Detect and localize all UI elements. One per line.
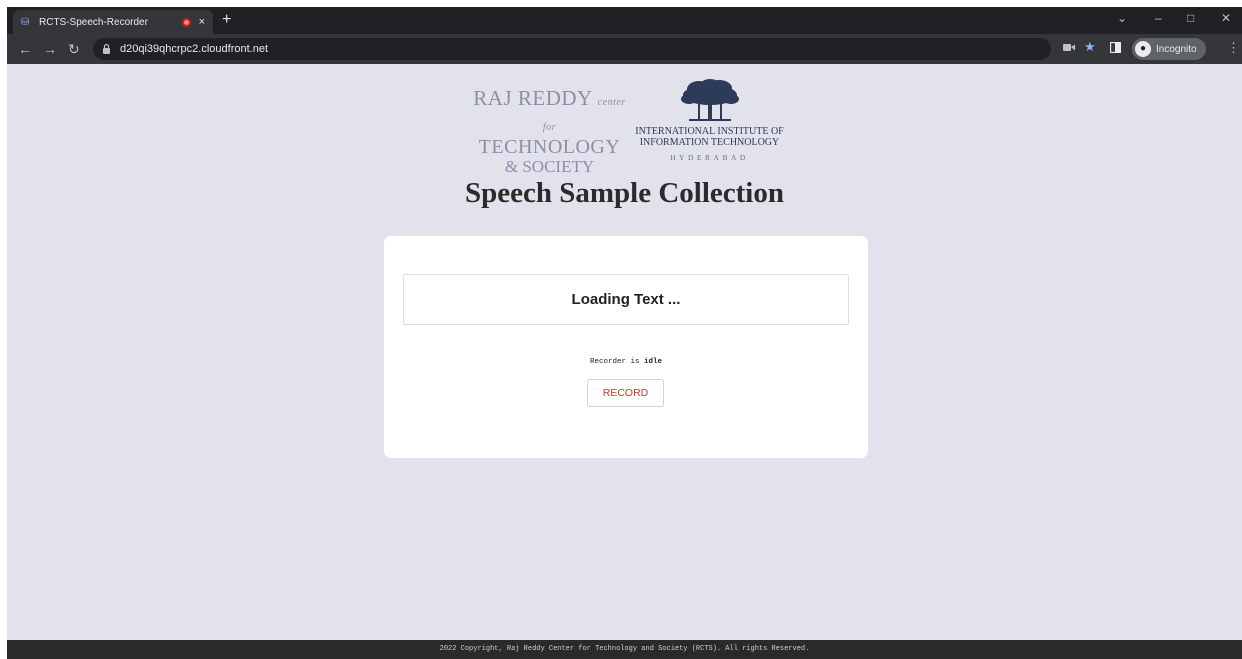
forward-icon[interactable]: → — [43, 41, 57, 57]
star-icon[interactable]: ★ — [1084, 40, 1096, 54]
rrcts-logo-line1: RAJ REDDY center for — [473, 86, 626, 134]
back-icon[interactable]: ← — [18, 41, 32, 57]
browser-toolbar: ← → ↻ d20qi39qhcrpc2.cloudfront.net ★ ● … — [7, 34, 1242, 64]
rrcts-logo: RAJ REDDY center for TECHNOLOGY & SOCIET… — [467, 86, 632, 177]
browser-window: ⛁ RCTS-Speech-Recorder × + ⌄ – □ ✕ ← → ↻… — [7, 7, 1242, 659]
incognito-icon: ● — [1135, 41, 1151, 57]
lock-icon[interactable] — [102, 43, 112, 55]
rrcts-logo-line3: & SOCIETY — [504, 157, 595, 176]
footer-copyright: 2022 Copyright, Raj Reddy Center for Tec… — [7, 640, 1242, 659]
address-bar[interactable]: d20qi39qhcrpc2.cloudfront.net — [93, 38, 1051, 60]
url-text[interactable]: d20qi39qhcrpc2.cloudfront.net — [120, 43, 268, 55]
new-tab-button[interactable]: + — [222, 12, 231, 28]
shield-favicon-icon: ⛁ — [21, 16, 30, 28]
iiit-logo-line1: INTERNATIONAL INSTITUTE OF — [635, 126, 784, 137]
rrcts-logo-line2: TECHNOLOGY — [478, 136, 621, 158]
minimize-icon[interactable]: – — [1155, 11, 1162, 25]
page-title: Speech Sample Collection — [465, 177, 784, 209]
incognito-badge[interactable]: ● Incognito — [1132, 38, 1206, 60]
iiit-logo-line2: INFORMATION TECHNOLOGY — [639, 137, 780, 148]
maximize-icon[interactable]: □ — [1187, 11, 1194, 25]
tab-title: RCTS-Speech-Recorder — [39, 16, 148, 28]
tree-icon — [680, 79, 739, 121]
incognito-label: Incognito — [1156, 43, 1197, 55]
recorder-status: Recorder is idle — [589, 358, 663, 366]
tab-search-icon[interactable]: ⌄ — [1117, 11, 1127, 25]
record-button[interactable]: RECORD — [587, 379, 664, 407]
camera-icon[interactable] — [1063, 42, 1075, 56]
iiit-logo: INTERNATIONAL INSTITUTE OF INFORMATION T… — [627, 79, 792, 162]
tab-rcts-speech-recorder[interactable]: ⛁ RCTS-Speech-Recorder × — [13, 10, 213, 34]
reload-icon[interactable]: ↻ — [68, 41, 80, 57]
tab-close-icon[interactable]: × — [199, 16, 205, 28]
tab-strip: ⛁ RCTS-Speech-Recorder × + ⌄ – □ ✕ — [7, 7, 1242, 34]
recorder-status-value: idle — [644, 358, 663, 366]
iiit-logo-line3: HYDERABAD — [670, 153, 749, 162]
menu-icon[interactable]: ⋮ — [1227, 41, 1240, 55]
web-page: RAJ REDDY center for TECHNOLOGY & SOCIET… — [7, 64, 1242, 640]
prompt-text-box: Loading Text ... — [403, 274, 849, 325]
recording-indicator-icon — [181, 17, 191, 27]
recorder-card: Loading Text ... Recorder is idle RECORD — [384, 236, 868, 458]
side-panel-icon[interactable] — [1109, 41, 1122, 57]
close-window-icon[interactable]: ✕ — [1221, 11, 1231, 25]
